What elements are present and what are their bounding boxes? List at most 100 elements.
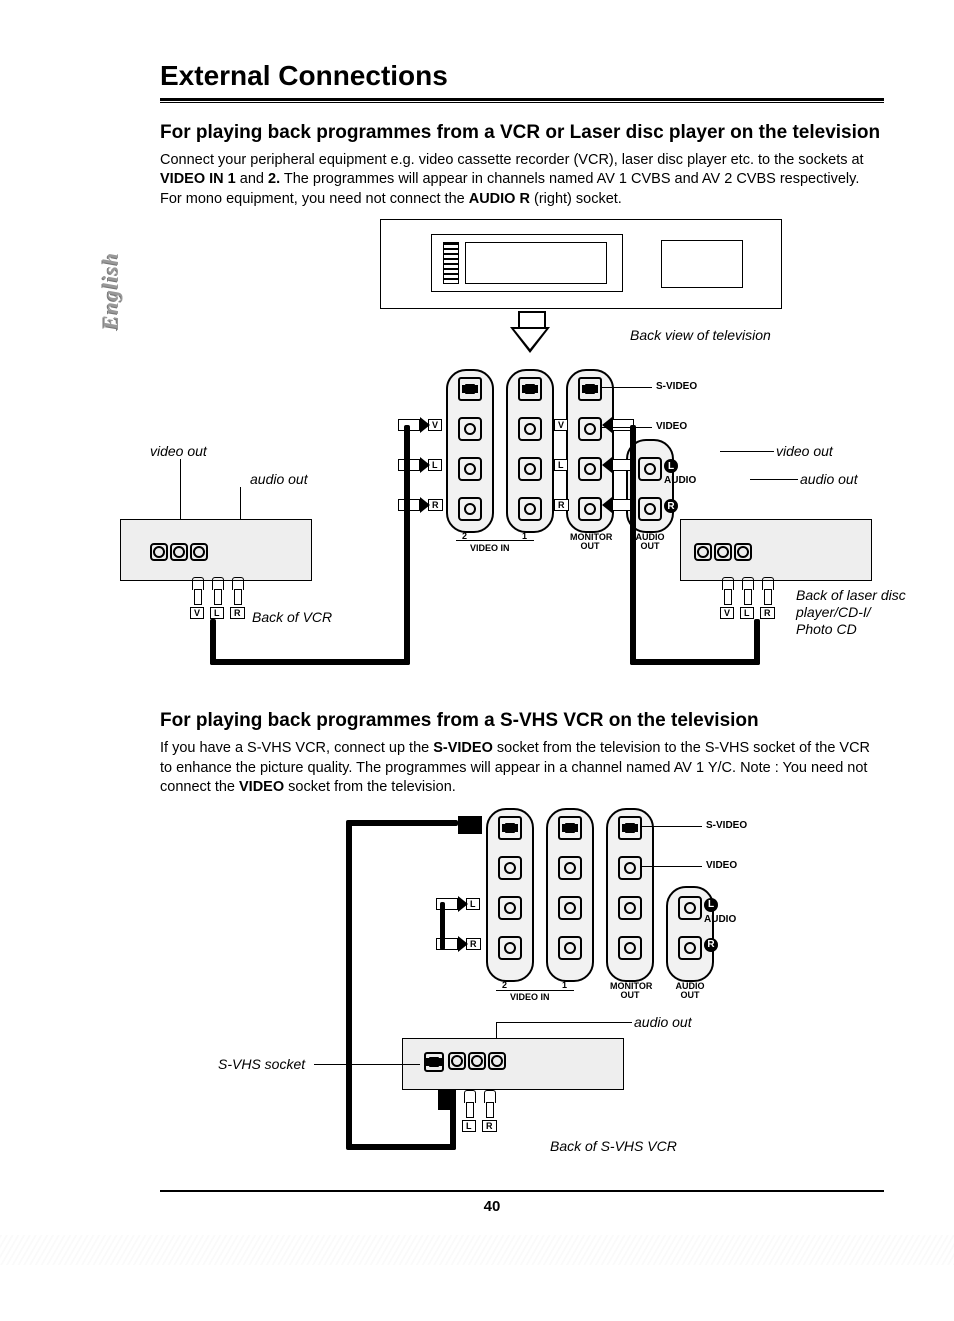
d2-ao-line: [496, 1022, 632, 1023]
bottom-rule: [160, 1190, 884, 1192]
video-label: VIDEO: [656, 421, 687, 432]
vcr-r: R: [230, 607, 245, 619]
side-tab-english: English: [98, 252, 124, 330]
audioL-mon-icon: [578, 457, 602, 481]
svhs-socket-label: S-VHS socket: [218, 1056, 305, 1072]
vin-br: [456, 540, 534, 541]
d2-vin-br: [496, 990, 574, 991]
d2-v1: [558, 856, 582, 880]
d2-sv2: [498, 816, 522, 840]
svhs-plug-black: [438, 1090, 456, 1110]
cable-l-v2: [404, 425, 410, 665]
s1-t2: (right) socket.: [534, 191, 622, 207]
d2-vm: [618, 856, 642, 880]
plug-lmon: [600, 459, 634, 473]
d2-cable-h2: [346, 1144, 456, 1150]
s1-t1: Connect your peripheral equipment e.g. v…: [160, 152, 864, 168]
svhs-l: L: [462, 1120, 476, 1132]
vr-line: [720, 451, 774, 452]
vcr-plug-r: [230, 577, 244, 605]
d2-svideo-label: S-VIDEO: [706, 820, 747, 831]
d2-lbl-monout: MONITOR OUT: [610, 982, 650, 1000]
audioL-2-icon: [458, 457, 482, 481]
d2-v2: [498, 856, 522, 880]
tv-back-box: [380, 219, 782, 309]
tag-v1: V: [554, 419, 568, 431]
s1-b2: 2.: [268, 171, 280, 187]
tag-r1: R: [554, 499, 569, 511]
circ-r: R: [664, 499, 678, 513]
d2-audio-label: AUDIO: [704, 914, 736, 925]
tv-panel-2: [661, 240, 743, 288]
section2-heading: For playing back programmes from a S-VHS…: [100, 709, 884, 733]
ld-j2: [714, 543, 732, 561]
svhs-j2: [468, 1052, 486, 1070]
d2-svline: [642, 826, 702, 827]
vcr-v: V: [190, 607, 204, 619]
ld-plug-l: [740, 577, 754, 605]
svhs-plug-l: [462, 1090, 476, 1118]
svhs-r: R: [482, 1120, 497, 1132]
svideo-2-icon: [458, 377, 482, 401]
d2-rm: [618, 936, 642, 960]
video-mon-icon: [578, 417, 602, 441]
d2-r1: [558, 936, 582, 960]
back-ld-label: Back of laser disc player/CD-I/ Photo CD: [796, 587, 906, 637]
diagram-svhs: S-VIDEO VIDEO L L AUDIO R R 2 1 VIDEO IN…: [160, 808, 884, 1178]
svideo-mon-icon: [578, 377, 602, 401]
video-2-icon: [458, 417, 482, 441]
page-number: 40: [100, 1198, 884, 1215]
audioR-out-icon: [638, 497, 662, 521]
s2-b2: VIDEO: [239, 779, 284, 795]
audioout-r-label: audio out: [800, 471, 858, 487]
cable-l-h: [210, 659, 410, 665]
d2-r2: [498, 936, 522, 960]
cable-r-h: [630, 659, 760, 665]
v-line: [602, 427, 652, 428]
scan-noise: [0, 1235, 954, 1265]
audioR-mon-icon: [578, 497, 602, 521]
d2-lo: [678, 896, 702, 920]
al-line: [240, 487, 241, 519]
d2-circ-r: R: [704, 938, 718, 952]
lbl-monout: MONITOR OUT: [570, 533, 610, 551]
vcr-plug-v: [190, 577, 204, 605]
s2-t2: socket from the television.: [288, 779, 456, 795]
back-vcr-label: Back of VCR: [252, 609, 332, 625]
section1-heading: For playing back programmes from a VCR o…: [100, 121, 884, 145]
d2-vline: [642, 866, 702, 867]
ar-line: [750, 479, 798, 480]
d2-lbl-1: 1: [562, 980, 567, 990]
plug-rmon: [600, 499, 634, 513]
lbl-videoin: VIDEO IN: [470, 543, 510, 553]
vcr-plug-l: [210, 577, 224, 605]
audioR-2-icon: [458, 497, 482, 521]
vcr-j1: [150, 543, 168, 561]
ld-r: R: [760, 607, 775, 619]
ld-v: V: [720, 607, 734, 619]
d2-lbl-audout: AUDIO OUT: [670, 982, 710, 1000]
circ-l: L: [664, 459, 678, 473]
d2-cable-aud: [440, 902, 445, 950]
section1-paragraph: Connect your peripheral equipment e.g. v…: [100, 151, 884, 210]
vcr-j3: [190, 543, 208, 561]
arrow-down-icon: [510, 327, 550, 353]
page-title: External Connections: [100, 60, 884, 92]
d2-l1: [558, 896, 582, 920]
audioL-out-icon: [638, 457, 662, 481]
ld-j3: [734, 543, 752, 561]
tv-back-label: Back view of television: [630, 327, 771, 343]
videoout-l-label: video out: [150, 443, 207, 459]
d2-lm: [618, 896, 642, 920]
d2-svm: [618, 816, 642, 840]
s1-b3: AUDIO R: [469, 191, 530, 207]
s1-m1: and: [240, 171, 268, 187]
d2-ao-v: [496, 1022, 497, 1038]
d2-audioout-label: audio out: [634, 1014, 692, 1030]
sv-line: [602, 387, 652, 388]
plug-vmon: [600, 419, 634, 433]
svideo-1-icon: [518, 377, 542, 401]
ld-plug-r: [760, 577, 774, 605]
section2-paragraph: If you have a S-VHS VCR, connect up the …: [100, 739, 884, 798]
s1-b1: VIDEO IN 1: [160, 171, 236, 187]
